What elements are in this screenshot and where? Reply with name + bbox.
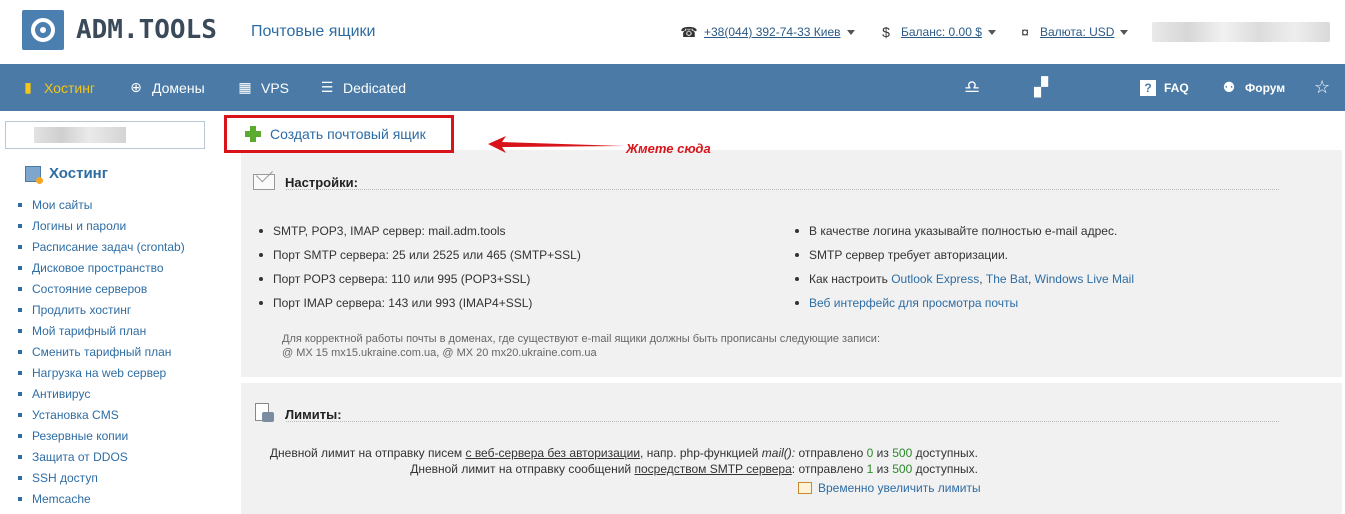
question-icon: ? [1140,79,1156,96]
sidebar-item[interactable]: Защита от DDOS [18,446,185,467]
sidebar-item[interactable]: Мой тарифный план [18,320,185,341]
header: ADM.TOOLS Почтовые ящики ☎ +38(044) 392-… [0,0,1345,64]
dollar-icon: $ [882,24,890,40]
settings-right-list: В качестве логина указывайте полностью e… [795,219,1134,315]
server-icon: ▮ [24,79,32,95]
list-item: Порт SMTP сервера: 25 или 2525 или 465 (… [259,243,581,267]
users-icon: ⚉ [1222,79,1236,95]
favorite-star[interactable]: ☆ [1314,64,1330,111]
list-item: SMTP сервер требует авторизации. [795,243,1134,267]
smtp-max-count: 500 [892,462,913,476]
create-mailbox-button[interactable]: Создать почтовый ящик [224,115,454,153]
smtp-limit-line: Дневной лимит на отправку сообщений поср… [410,462,978,476]
page-title: Почтовые ящики [251,23,376,40]
webmail-link[interactable]: Веб интерфейс для просмотра почты [809,296,1018,310]
globe-icon: ⊕ [130,79,142,95]
chat-icon: ▞ [1034,77,1048,97]
web-limit-line: Дневной лимит на отправку писем с веб-се… [269,446,978,460]
smtp-sent-count: 1 [866,462,874,476]
the-bat-link[interactable]: The Bat [986,272,1028,286]
settings-panel: Настройки: SMTP, POP3, IMAP сервер: mail… [241,150,1342,377]
limits-icon [253,403,275,425]
list-item: Веб интерфейс для просмотра почты [795,291,1134,315]
currency-dropdown[interactable]: ¤ Валюта: USD [1016,24,1129,40]
account-selector[interactable] [5,121,205,149]
nav-hosting[interactable]: ▮ Хостинг [20,64,95,111]
phone-icon: ☎ [680,24,698,40]
smtp-server-link[interactable]: посредством SMTP сервера [634,462,791,476]
settings-left-list: SMTP, POP3, IMAP сервер: mail.adm.tools … [259,219,581,315]
list-item: SMTP, POP3, IMAP сервер: mail.adm.tools [259,219,581,243]
sidebar-item[interactable]: Антивирус [18,383,185,404]
annotation-arrow [488,136,624,153]
sidebar-item[interactable]: Memcache [18,488,185,509]
web-sent-count: 0 [866,446,874,460]
sidebar-item[interactable]: Мои сайты [18,194,185,215]
web-max-count: 500 [892,446,913,460]
settings-header: Настройки: [253,174,358,190]
list-item: Порт POP3 сервера: 110 или 995 (POP3+SSL… [259,267,581,291]
pencil-icon [798,482,812,494]
sidebar: Хостинг Мои сайты Логины и пароли Распис… [0,111,222,514]
balance-dropdown[interactable]: $ Баланс: 0.00 $ [877,24,996,40]
chevron-down-icon [1120,29,1129,35]
sidebar-title: Хостинг [25,165,108,184]
user-account-blurred[interactable] [1152,22,1330,42]
sidebar-item[interactable]: Расписание задач (crontab) [18,236,185,257]
plus-icon [245,126,261,142]
limits-panel: Лимиты: Дневной лимит на отправку писем … [241,383,1342,514]
chevron-down-icon [987,29,996,35]
logo[interactable]: ADM.TOOLS [22,10,217,50]
currency-value: Валюта: USD [1040,25,1115,39]
divider [286,421,1279,422]
sidebar-item[interactable]: Резервные копии [18,425,185,446]
sidebar-item[interactable]: SSH доступ [18,467,185,488]
sidebar-item[interactable]: Установка CMS [18,404,185,425]
grid-icon: ▦ [238,79,252,95]
main-navbar: ▮ Хостинг ⊕ Домены ▦ VPS ☰ Dedicated ♎ ▞… [0,64,1345,111]
envelope-icon [253,174,275,190]
sidebar-item[interactable]: Состояние серверов [18,278,185,299]
annotation-label: Жмете сюда [626,141,711,156]
list-item: Порт IMAP сервера: 143 или 993 (IMAP4+SS… [259,291,581,315]
sidebar-item[interactable]: Нагрузка на web сервер [18,362,185,383]
list-item: В качестве логина указывайте полностью e… [795,219,1134,243]
chat-button[interactable]: ▞ [1033,64,1049,111]
outlook-express-link[interactable]: Outlook Express [891,272,979,286]
nav-vps[interactable]: ▦ VPS [237,64,289,111]
windows-live-mail-link[interactable]: Windows Live Mail [1035,272,1134,286]
sidebar-item[interactable]: Сменить тарифный план [18,341,185,362]
mx-note: Для корректной работы почты в доменах, г… [282,333,881,359]
list-item: Как настроить Outlook Express, The Bat, … [795,267,1134,291]
sidebar-menu: Мои сайты Логины и пароли Расписание зад… [18,194,185,509]
web-server-link[interactable]: с веб-сервера без авторизации [465,446,640,460]
hosting-icon [25,165,43,184]
increase-limits-link[interactable]: Временно увеличить лимиты [798,481,981,495]
sidebar-item[interactable]: Продлить хостинг [18,299,185,320]
phone-dropdown[interactable]: ☎ +38(044) 392-74-33 Киев [680,24,855,40]
sidebar-item[interactable]: Логины и пароли [18,215,185,236]
logo-text: ADM.TOOLS [76,15,217,45]
balance-value: Баланс: 0.00 $ [901,25,982,39]
nav-forum[interactable]: ⚉ Форум [1221,64,1285,111]
currency-icon: ¤ [1021,24,1029,40]
chevron-down-icon [846,29,855,35]
phone-number: +38(044) 392-74-33 Киев [704,25,841,39]
gear-logo-icon [22,10,64,50]
nav-dedicated[interactable]: ☰ Dedicated [319,64,406,111]
sidebar-item[interactable]: Дисковое пространство [18,257,185,278]
divider [286,189,1279,190]
nav-faq[interactable]: ? FAQ [1140,64,1189,111]
star-icon: ☆ [1314,77,1331,97]
headset-icon: ♎ [963,77,981,97]
nav-domains[interactable]: ⊕ Домены [128,64,205,111]
support-button[interactable]: ♎ [964,64,980,111]
rack-icon: ☰ [320,79,334,95]
